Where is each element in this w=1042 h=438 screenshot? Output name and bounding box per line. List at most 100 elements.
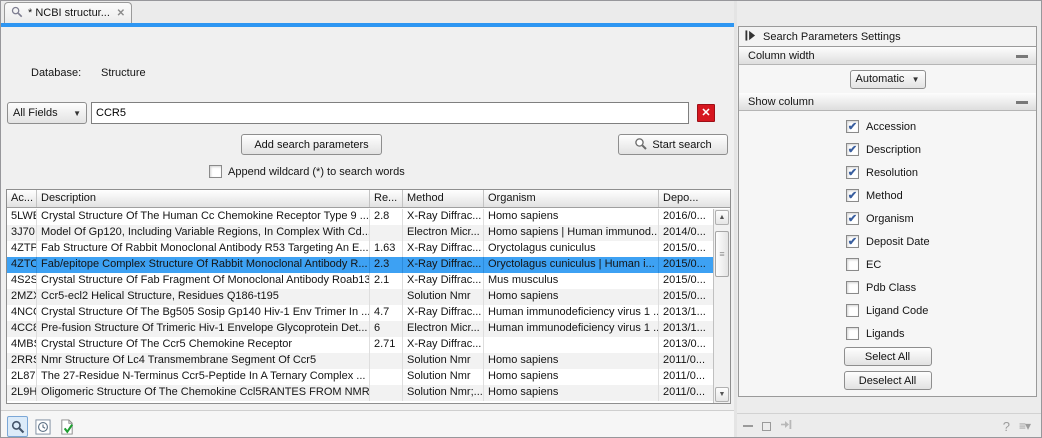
tab-close-icon[interactable]: ✕ bbox=[117, 8, 125, 19]
show-column-group-header[interactable]: Show column bbox=[739, 93, 1036, 111]
select-all-button[interactable]: Select All bbox=[844, 347, 932, 366]
cell-res: 4.7 bbox=[370, 305, 403, 321]
column-toggle-accession[interactable]: ✔ Accession bbox=[846, 117, 1036, 136]
query-input[interactable] bbox=[91, 102, 689, 124]
checkbox-unchecked[interactable] bbox=[846, 281, 859, 294]
history-view-button[interactable] bbox=[32, 416, 53, 437]
column-toggle-organism[interactable]: ✔ Organism bbox=[846, 209, 1036, 228]
side-panel-title: Search Parameters Settings bbox=[763, 31, 901, 43]
collapse-panel-icon[interactable] bbox=[745, 30, 756, 44]
table-row-4ZTO[interactable]: 4ZTOFab/epitope Complex Structure Of Rab… bbox=[7, 257, 713, 273]
scrollbar-thumb[interactable]: ≡ bbox=[715, 231, 729, 277]
save-view-settings-icon[interactable]: ≡▾ bbox=[1019, 419, 1030, 433]
side-panel-body: Column width Automatic ▼ Show column ✔ Ac… bbox=[738, 47, 1037, 397]
cell-method: X-Ray Diffrac... bbox=[403, 337, 484, 353]
column-toggle-pdb-class[interactable]: Pdb Class bbox=[846, 278, 1036, 297]
tab-ncbi-structure-search[interactable]: * NCBI structur... ✕ bbox=[4, 2, 132, 23]
checkbox-checked[interactable]: ✔ bbox=[846, 189, 859, 202]
cell-res: 6 bbox=[370, 321, 403, 337]
column-toggle-ec[interactable]: EC bbox=[846, 255, 1036, 274]
column-toggle-deposit-date[interactable]: ✔Deposit Date bbox=[846, 232, 1036, 251]
column-toggle-resolution[interactable]: ✔Resolution bbox=[846, 163, 1036, 182]
checkbox-unchecked[interactable] bbox=[846, 327, 859, 340]
wildcard-checkbox[interactable] bbox=[209, 165, 222, 178]
column-header-acc[interactable]: Ac... bbox=[7, 190, 37, 207]
add-search-parameters-button[interactable]: Add search parameters bbox=[241, 134, 382, 155]
table-row-4MBS[interactable]: 4MBSCrystal Structure Of The Ccr5 Chemok… bbox=[7, 337, 713, 353]
scroll-up-icon[interactable]: ▲ bbox=[715, 210, 729, 225]
results-table: Ac...DescriptionRe...MethodOrganismDepo.… bbox=[6, 189, 731, 404]
column-width-dropdown[interactable]: Automatic ▼ bbox=[850, 70, 926, 89]
table-row-4CC8[interactable]: 4CC8Pre-fusion Structure Of Trimeric Hiv… bbox=[7, 321, 713, 337]
table-row-2L9H[interactable]: 2L9HOligomeric Structure Of The Chemokin… bbox=[7, 385, 713, 401]
column-toggle-label: Description bbox=[866, 144, 921, 156]
scroll-down-icon[interactable]: ▼ bbox=[715, 387, 729, 402]
remove-search-row-button[interactable]: ✕ bbox=[697, 104, 715, 122]
cell-desc: Crystal Structure Of Fab Fragment Of Mon… bbox=[37, 273, 370, 289]
column-toggle-description[interactable]: ✔ Description bbox=[846, 140, 1036, 159]
side-panel-buttons: Select All Deselect All bbox=[739, 347, 1036, 390]
checkbox-checked[interactable]: ✔ bbox=[846, 120, 859, 133]
column-toggle-label: Pdb Class bbox=[866, 282, 916, 294]
side-panel-footer: ? ≡▾ bbox=[737, 415, 1036, 437]
cell-acc: 4ZTP bbox=[7, 241, 37, 257]
element-info-view-button[interactable] bbox=[56, 416, 77, 437]
column-toggle-label: Accession bbox=[866, 121, 916, 133]
column-width-group-header[interactable]: Column width bbox=[739, 47, 1036, 65]
checkbox-unchecked[interactable] bbox=[846, 304, 859, 317]
table-scrollbar[interactable]: ▲ ≡ ▼ bbox=[713, 209, 730, 403]
column-width-label: Column width bbox=[748, 50, 815, 62]
side-panel-header[interactable]: Search Parameters Settings bbox=[738, 26, 1037, 47]
table-row-4ZTP[interactable]: 4ZTPFab Structure Of Rabbit Monoclonal A… bbox=[7, 241, 713, 257]
show-column-list: ✔ Accession ✔ Description ✔Resolution ✔Method… bbox=[739, 111, 1036, 343]
table-row-3J70[interactable]: 3J70Model Of Gp120, Including Variable R… bbox=[7, 225, 713, 241]
cell-method: Electron Micr... bbox=[403, 321, 484, 337]
table-row-5LWE[interactable]: 5LWECrystal Structure Of The Human Cc Ch… bbox=[7, 209, 713, 225]
cell-acc: 4S2S bbox=[7, 273, 37, 289]
checkbox-checked[interactable]: ✔ bbox=[846, 166, 859, 179]
cell-res: 2.3 bbox=[370, 257, 403, 273]
cell-method: X-Ray Diffrac... bbox=[403, 273, 484, 289]
table-row-2MZX[interactable]: 2MZXCcr5-ecl2 Helical Structure, Residue… bbox=[7, 289, 713, 305]
table-row-2RRS[interactable]: 2RRSNmr Structure Of Lc4 Transmembrane S… bbox=[7, 353, 713, 369]
table-row-2L87[interactable]: 2L87The 27-Residue N-Terminus Ccr5-Pepti… bbox=[7, 369, 713, 385]
checkbox-checked[interactable]: ✔ bbox=[846, 212, 859, 225]
column-header-res[interactable]: Re... bbox=[370, 190, 403, 207]
search-view-button[interactable] bbox=[7, 416, 28, 437]
column-header-deposit[interactable]: Depo... bbox=[659, 190, 730, 207]
column-header-organism[interactable]: Organism bbox=[484, 190, 659, 207]
wildcard-checkbox-row[interactable]: Append wildcard (*) to search words bbox=[209, 165, 405, 178]
table-row-4S2S[interactable]: 4S2SCrystal Structure Of Fab Fragment Of… bbox=[7, 273, 713, 289]
column-toggle-ligand-code[interactable]: Ligand Code bbox=[846, 301, 1036, 320]
collapse-group-icon[interactable] bbox=[1016, 55, 1028, 58]
cell-desc: Fab Structure Of Rabbit Monoclonal Antib… bbox=[37, 241, 370, 257]
cell-desc: Crystal Structure Of The Ccr5 Chemokine … bbox=[37, 337, 370, 353]
checkbox-checked[interactable]: ✔ bbox=[846, 235, 859, 248]
checkbox-checked[interactable]: ✔ bbox=[846, 143, 859, 156]
float-panel-icon[interactable] bbox=[762, 422, 771, 431]
cell-deposit: 2013/0... bbox=[659, 337, 713, 353]
cell-acc: 2RRS bbox=[7, 353, 37, 369]
start-search-button[interactable]: Start search bbox=[618, 134, 728, 155]
field-scope-dropdown[interactable]: All Fields ▼ bbox=[7, 102, 87, 124]
cell-method: X-Ray Diffrac... bbox=[403, 209, 484, 225]
column-header-method[interactable]: Method bbox=[403, 190, 484, 207]
deselect-all-button[interactable]: Deselect All bbox=[844, 371, 932, 390]
results-table-body: 5LWECrystal Structure Of The Human Cc Ch… bbox=[7, 209, 713, 403]
column-toggle-label: Organism bbox=[866, 213, 914, 225]
cell-acc: 3J70 bbox=[7, 225, 37, 241]
column-toggle-ligands[interactable]: Ligands bbox=[846, 324, 1036, 343]
table-row-4NCO[interactable]: 4NCOCrystal Structure Of The Bg505 Sosip… bbox=[7, 305, 713, 321]
column-width-value: Automatic bbox=[856, 73, 905, 85]
column-toggle-method[interactable]: ✔Method bbox=[846, 186, 1036, 205]
help-icon[interactable]: ? bbox=[1003, 419, 1010, 434]
minimize-panel-icon[interactable] bbox=[743, 425, 753, 427]
checkbox-unchecked[interactable] bbox=[846, 258, 859, 271]
cell-res bbox=[370, 225, 403, 241]
collapse-group-icon[interactable] bbox=[1016, 101, 1028, 104]
chevron-down-icon: ▼ bbox=[912, 75, 920, 84]
column-header-desc[interactable]: Description bbox=[37, 190, 370, 207]
dock-panel-icon[interactable] bbox=[780, 419, 792, 433]
results-table-header[interactable]: Ac...DescriptionRe...MethodOrganismDepo.… bbox=[7, 190, 730, 208]
cell-organism: Human immunodeficiency virus 1 ... bbox=[484, 305, 659, 321]
